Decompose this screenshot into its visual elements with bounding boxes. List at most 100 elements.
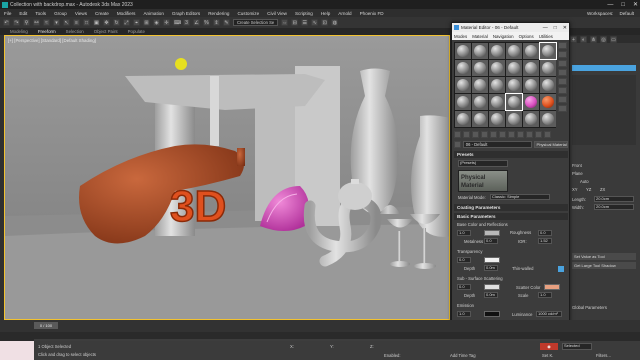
- sample-slot[interactable]: [506, 111, 522, 127]
- roughness-field[interactable]: 0.0: [538, 230, 552, 236]
- named-selection-set-dropdown[interactable]: Create Selection Se: [233, 19, 279, 26]
- tab-modeling[interactable]: Modeling: [10, 29, 28, 34]
- menu-edit[interactable]: Edit: [19, 11, 27, 16]
- spinner-snap-icon[interactable]: ⇕: [213, 19, 220, 26]
- select-by-material-icon[interactable]: [558, 105, 567, 112]
- med-minimize-button[interactable]: —: [543, 25, 548, 31]
- transparency-color-swatch[interactable]: [484, 257, 500, 263]
- large-tool-shadow-button[interactable]: Get Large Tool Shadow: [572, 262, 636, 269]
- options-icon[interactable]: [558, 96, 567, 103]
- menu-phoenix-fd[interactable]: Phoenix FD: [360, 11, 384, 16]
- coating-rollout[interactable]: Coating Parameters: [454, 204, 568, 211]
- manipulate-icon[interactable]: ✛: [163, 19, 170, 26]
- display-tab-icon[interactable]: ▭: [610, 35, 617, 43]
- sample-slot[interactable]: [506, 43, 522, 59]
- sample-slot[interactable]: [472, 77, 488, 93]
- make-unique-icon[interactable]: [490, 130, 497, 138]
- add-time-tag-button[interactable]: Add Time Tag: [450, 353, 476, 358]
- material-id-icon[interactable]: [508, 130, 515, 138]
- rotate-icon[interactable]: ↻: [113, 19, 120, 26]
- make-preview-icon[interactable]: [558, 87, 567, 94]
- create-tab-icon[interactable]: +: [570, 35, 577, 43]
- transparency-weight-field[interactable]: 0.0: [457, 257, 471, 263]
- viewport-label[interactable]: [+] [Perspective] [Standard] [Default Sh…: [8, 38, 96, 43]
- keyboard-shortcut-icon[interactable]: ⌨: [173, 19, 181, 26]
- unlink-icon[interactable]: ⚯: [33, 19, 40, 26]
- presets-rollout[interactable]: Presets: [454, 151, 568, 158]
- move-icon[interactable]: ✥: [103, 19, 110, 26]
- menu-customize[interactable]: Customize: [237, 11, 259, 16]
- med-menu-navigation[interactable]: Navigation: [493, 34, 514, 39]
- menu-animation[interactable]: Animation: [143, 11, 163, 16]
- undo-icon[interactable]: ↶: [3, 19, 10, 26]
- emission-color-swatch[interactable]: [484, 311, 500, 317]
- menu-tools[interactable]: Tools: [35, 11, 46, 16]
- scatter-color-swatch[interactable]: [544, 284, 560, 290]
- axis-xy[interactable]: XY: [572, 187, 578, 192]
- base-weight-field[interactable]: 1.0: [457, 230, 471, 236]
- med-menu-modes[interactable]: Modes: [454, 34, 467, 39]
- sample-slot[interactable]: [489, 111, 505, 127]
- hierarchy-tab-icon[interactable]: ⋔: [590, 35, 597, 43]
- sss-color-swatch[interactable]: [484, 284, 500, 290]
- track-bar[interactable]: [0, 332, 640, 341]
- sample-slot[interactable]: [489, 43, 505, 59]
- snap-toggle-icon[interactable]: 3: [183, 19, 190, 26]
- set-key-button[interactable]: Set K.: [542, 353, 553, 358]
- tab-populate[interactable]: Populate: [128, 29, 145, 34]
- mirror-icon[interactable]: ⇔: [281, 19, 289, 26]
- sample-slot[interactable]: [540, 77, 556, 93]
- tab-object-paint[interactable]: Object Paint: [94, 29, 118, 34]
- material-editor-window[interactable]: Material Editor - 06 - Default — □ ✕ Mod…: [451, 22, 570, 338]
- scale-field[interactable]: 1.0: [538, 292, 552, 298]
- menu-group[interactable]: Group: [54, 11, 67, 16]
- sss-depth-field[interactable]: 0.0m: [484, 292, 498, 298]
- pivot-icon[interactable]: ◈: [153, 19, 160, 26]
- sample-slot[interactable]: [540, 111, 556, 127]
- sample-slot[interactable]: [523, 60, 539, 76]
- tab-selection[interactable]: Selection: [66, 29, 84, 34]
- backlight-icon[interactable]: [558, 51, 567, 58]
- ior-field[interactable]: 1.52: [538, 238, 552, 244]
- get-material-icon[interactable]: [454, 130, 461, 138]
- sample-slot[interactable]: [472, 60, 488, 76]
- menu-rendering[interactable]: Rendering: [208, 11, 229, 16]
- enabled-checkbox[interactable]: Enabled:: [384, 353, 401, 358]
- material-mode-dropdown[interactable]: Classic: Simple: [490, 194, 550, 200]
- base-color-swatch[interactable]: [484, 230, 500, 236]
- assign-to-selection-icon[interactable]: [472, 130, 479, 138]
- sample-slot[interactable]: [455, 94, 471, 110]
- med-menu-material[interactable]: Material: [472, 34, 488, 39]
- schematic-view-icon[interactable]: ⊡: [321, 19, 329, 26]
- menu-arnold[interactable]: Arnold: [338, 11, 351, 16]
- background-icon[interactable]: [558, 60, 567, 67]
- length-field[interactable]: 20.0cm: [594, 196, 634, 202]
- axis-zx[interactable]: ZX: [600, 187, 605, 192]
- emission-weight-field[interactable]: 1.0: [457, 311, 471, 317]
- redo-icon[interactable]: ↷: [13, 19, 20, 26]
- video-color-check-icon[interactable]: [558, 78, 567, 85]
- sample-slot[interactable]: [489, 94, 505, 110]
- depth-field[interactable]: 0.0m: [484, 265, 498, 271]
- close-button[interactable]: ✕: [633, 1, 638, 8]
- select-object-icon[interactable]: ↖: [63, 19, 70, 26]
- menu-file[interactable]: File: [4, 11, 11, 16]
- med-close-button[interactable]: ✕: [563, 25, 567, 31]
- modifier-stack[interactable]: [572, 75, 636, 145]
- pick-material-icon[interactable]: [454, 140, 461, 148]
- time-slider[interactable]: 0 / 100: [0, 320, 640, 332]
- scale-icon[interactable]: ⤢: [123, 19, 130, 26]
- edit-named-sets-icon[interactable]: ✎: [223, 19, 230, 26]
- maxscript-listener[interactable]: [0, 341, 34, 360]
- menu-modifiers[interactable]: Modifiers: [117, 11, 136, 16]
- menu-graph-editors[interactable]: Graph Editors: [172, 11, 200, 16]
- auto-checkbox[interactable]: Auto: [580, 179, 589, 184]
- sample-slot[interactable]: [506, 60, 522, 76]
- tab-freeform[interactable]: Freeform: [38, 29, 56, 34]
- metalness-field[interactable]: 0.0: [484, 238, 498, 244]
- med-menu-utilities[interactable]: Utilities: [539, 34, 553, 39]
- sample-slot[interactable]: [489, 77, 505, 93]
- link-icon[interactable]: ⚲: [23, 19, 30, 26]
- angle-snap-icon[interactable]: ∠: [193, 19, 200, 26]
- go-to-parent-icon[interactable]: [535, 130, 542, 138]
